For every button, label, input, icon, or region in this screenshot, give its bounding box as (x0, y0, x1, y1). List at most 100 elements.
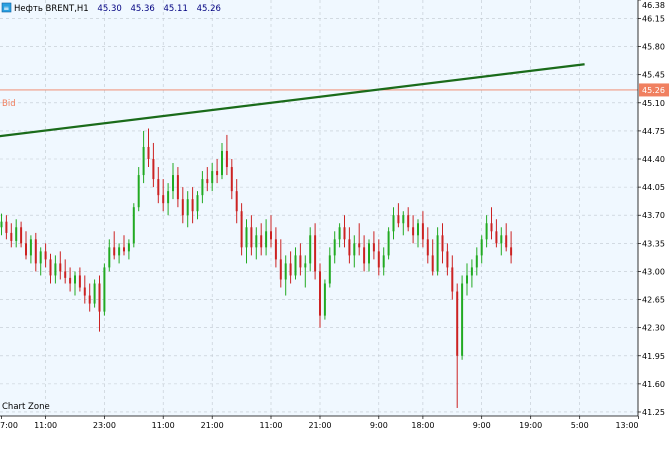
candle-body (240, 211, 243, 248)
y-tick-label: 44.05 (642, 183, 665, 192)
candle-body (230, 167, 233, 192)
y-tick-label: 45.80 (642, 43, 665, 52)
candle-body (255, 235, 258, 248)
candle-body (186, 199, 189, 216)
x-tick-label: 11:00 (259, 421, 282, 430)
candle-body (456, 291, 459, 356)
candle-body (88, 295, 91, 304)
candle-body (83, 287, 86, 296)
y-tick-label: 46.38 (642, 1, 665, 10)
x-tick-label: 19:00 (519, 421, 542, 430)
candle-body (250, 227, 253, 248)
candle-body (319, 271, 321, 316)
candle-body (157, 179, 160, 196)
candle-body (333, 239, 336, 256)
candle-body (10, 232, 13, 241)
x-tick-label: 21:00 (201, 421, 224, 430)
ohlc-open: 45.30 (97, 4, 121, 14)
candle-body (98, 283, 101, 312)
y-tick-label: 43.70 (642, 211, 665, 220)
candle-body (451, 267, 454, 292)
candle-body (397, 215, 400, 224)
candle-body (279, 259, 282, 280)
x-tick-label: 7:00 (0, 421, 18, 430)
candle-body (412, 227, 415, 236)
candle-body (54, 263, 57, 276)
candle-body (353, 243, 356, 256)
candle-body (152, 159, 155, 180)
candle-body (93, 283, 96, 304)
candle-body (348, 239, 351, 256)
candle-body (196, 195, 199, 212)
symbol-header: ≡ Нефть BRENT,H1 45.30 45.36 45.11 45.26 (1, 2, 221, 14)
candle-body (490, 223, 493, 232)
y-tick-label: 41.25 (642, 408, 665, 417)
candle-body (426, 239, 429, 256)
candle-body (265, 231, 268, 248)
candle-body (372, 243, 375, 252)
y-tick-label: 41.95 (642, 352, 665, 361)
candle-body (108, 247, 111, 268)
y-tick-label: 46.15 (642, 14, 665, 23)
chart-watermark: Chart Zone (2, 402, 50, 412)
candle-body (0, 221, 3, 228)
candle-body (123, 247, 125, 252)
x-tick-label: 5:00 (571, 421, 589, 430)
candle-body (260, 235, 263, 248)
candle-body (270, 231, 272, 240)
candle-body (49, 259, 52, 276)
candle-body (132, 207, 135, 244)
candle-body (29, 239, 32, 256)
candle-body (59, 263, 62, 272)
candle-body (274, 239, 277, 260)
candle-body (431, 255, 434, 272)
candle-body (377, 251, 380, 268)
candle-body (167, 191, 170, 204)
symbol-name: Нефть BRENT,H1 (14, 4, 89, 14)
candle-body (284, 263, 287, 280)
candle-body (44, 251, 47, 260)
candle-body (225, 150, 228, 168)
x-tick-label: 11:00 (34, 421, 57, 430)
candle-body (392, 215, 395, 232)
candle-body (466, 275, 468, 284)
svg-text:Нефть BRENT,H1 45.30: Нефть BRENT,H1 45.30 45.36 45.11 45.26 (14, 4, 221, 14)
candle-body (34, 239, 37, 264)
candle-body (461, 283, 464, 356)
candle-body (64, 271, 67, 278)
candle-body (20, 227, 23, 244)
candle-body (436, 235, 439, 272)
candle-body (289, 263, 292, 276)
candle-body (181, 199, 184, 216)
candle-body (299, 255, 302, 268)
candle-body (113, 247, 116, 256)
x-tick-label: 11:00 (152, 421, 175, 430)
candle-body (39, 251, 42, 264)
x-tick-label: 9:00 (473, 421, 491, 430)
candle-body (245, 227, 248, 248)
candle-body (495, 231, 498, 244)
plot-area[interactable] (0, 0, 638, 416)
candle-body (402, 215, 405, 224)
candle-body (142, 146, 145, 176)
y-tick-label: 45.45 (642, 71, 665, 80)
candle-body (343, 227, 346, 240)
candle-body (338, 227, 341, 240)
x-tick-label: 18:00 (411, 421, 434, 430)
candle-body (5, 221, 8, 233)
candle-body (201, 179, 204, 196)
candle-body (382, 255, 385, 268)
y-tick-label: 44.40 (642, 155, 665, 164)
candle-body (309, 235, 312, 264)
x-tick-label: 9:00 (370, 421, 388, 430)
candle-body (387, 231, 390, 256)
candle-body (216, 171, 219, 176)
candle-body (172, 175, 174, 192)
chart-svg: 46.38 46.15 45.80 45.45 45.10 44.75 44.40 44.05… (0, 0, 670, 448)
candle-body (314, 235, 317, 272)
candle-body (441, 235, 444, 252)
price-chart[interactable]: 46.38 46.15 45.80 45.45 45.10 44.75 44.40 44.05… (0, 0, 670, 448)
bid-price-label: 45.26 (642, 86, 665, 95)
candle-body (74, 275, 76, 284)
candle-body (118, 247, 121, 256)
